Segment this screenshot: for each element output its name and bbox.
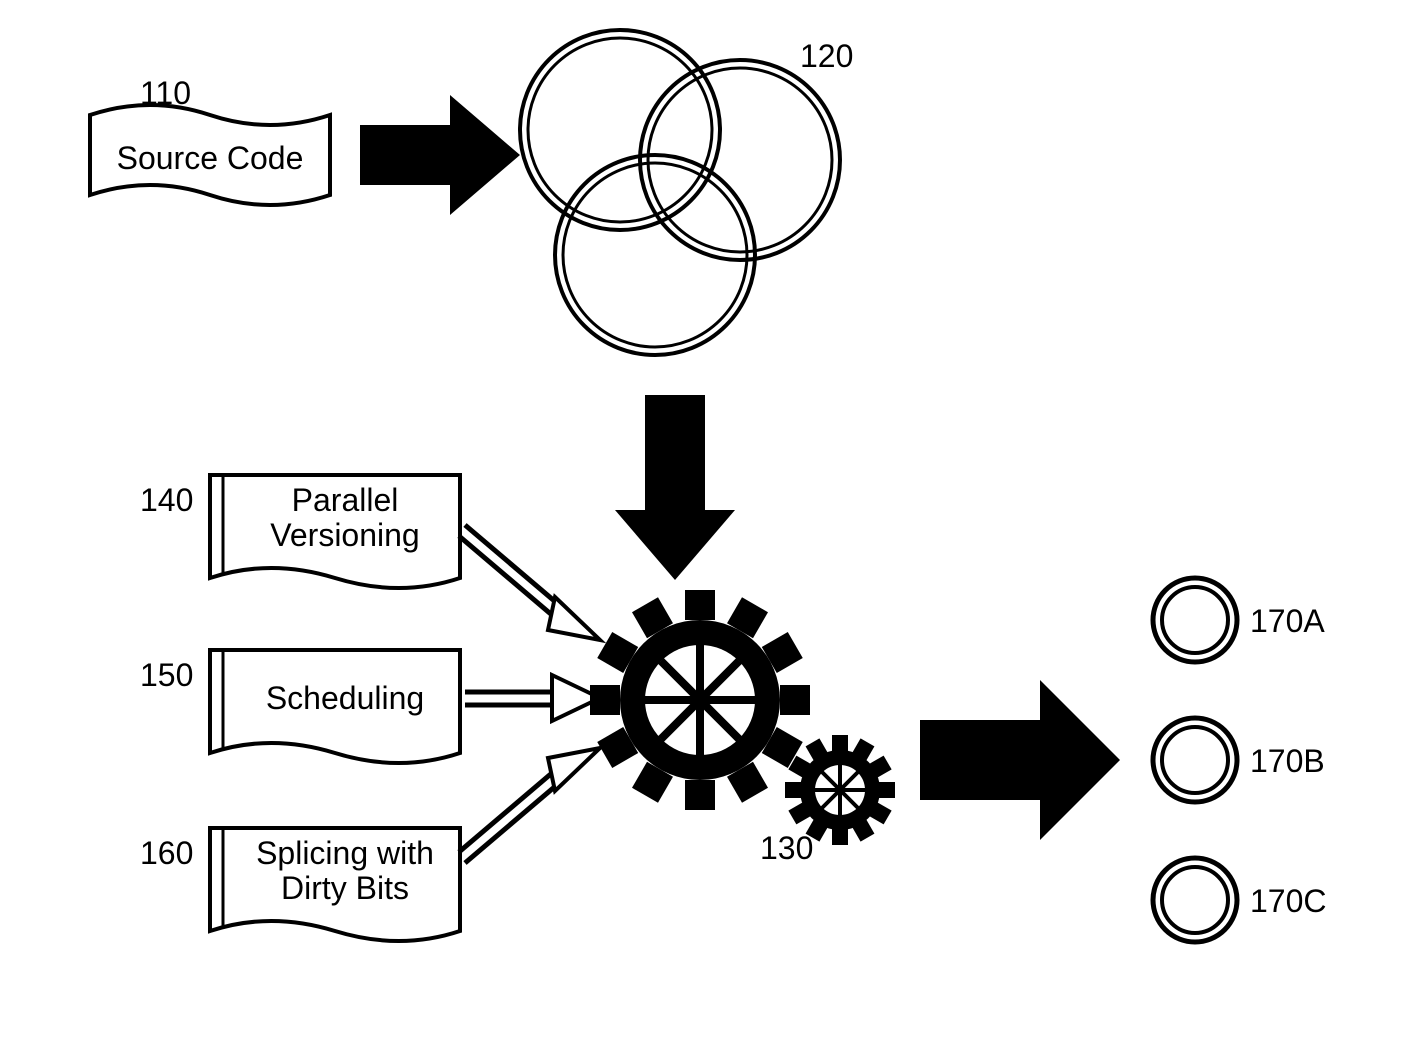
label-150: Scheduling <box>235 680 455 717</box>
label-140: ParallelVersioning <box>235 483 455 553</box>
ref-170A: 170A <box>1250 603 1325 640</box>
arrow-venn-to-gears <box>615 395 735 580</box>
ref-170B: 170B <box>1250 743 1325 780</box>
open-arrow-140 <box>459 525 600 640</box>
ref-160: 160 <box>140 835 193 872</box>
open-arrow-160 <box>459 748 600 863</box>
ref-130: 130 <box>760 830 813 867</box>
arrow-source-to-venn <box>360 95 520 215</box>
ref-140: 140 <box>140 482 193 519</box>
label-160: Splicing withDirty Bits <box>235 836 455 906</box>
ref-170C: 170C <box>1250 883 1327 920</box>
ref-150: 150 <box>140 657 193 694</box>
venn-diagram <box>520 30 840 355</box>
ref-110: 110 <box>140 75 191 112</box>
output-circle-170C <box>1153 858 1237 942</box>
source-code-label: Source Code <box>95 140 325 177</box>
output-circle-170A <box>1153 578 1237 662</box>
gear-large <box>590 590 810 810</box>
arrow-gears-to-outputs <box>920 680 1120 840</box>
gear-small <box>785 735 895 845</box>
open-arrow-150 <box>465 675 600 721</box>
output-circle-170B <box>1153 718 1237 802</box>
ref-120: 120 <box>800 38 853 75</box>
